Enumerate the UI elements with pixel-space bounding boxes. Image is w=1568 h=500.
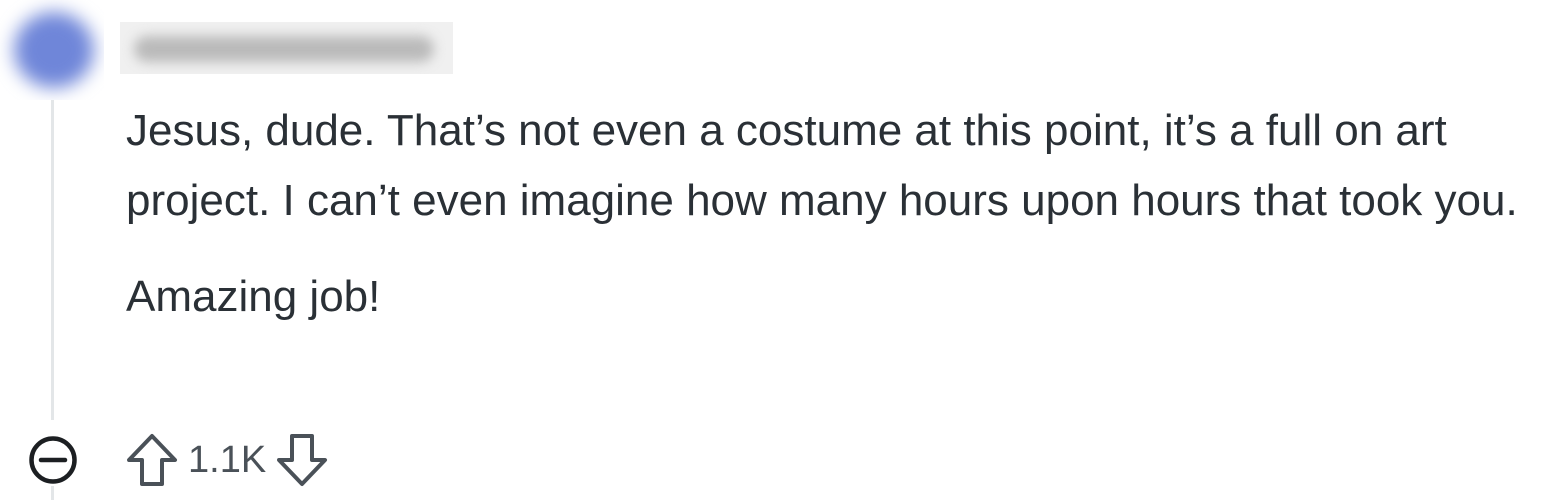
- avatar-image: [14, 12, 94, 88]
- upvote-button[interactable]: [122, 428, 182, 492]
- collapse-button[interactable]: [26, 433, 80, 487]
- arrow-up-icon: [127, 434, 177, 486]
- vote-bar: 1.1K: [122, 428, 332, 492]
- comment-paragraph: Amazing job!: [126, 272, 381, 321]
- comment-paragraph: Jesus, dude. That’s not even a costume a…: [126, 106, 1518, 225]
- avatar[interactable]: [0, 0, 104, 100]
- username-blur: [134, 36, 434, 62]
- thread-line-continuation[interactable]: [51, 486, 54, 500]
- username-redacted: [120, 22, 453, 74]
- downvote-button[interactable]: [272, 428, 332, 492]
- minus-circle-icon: [29, 436, 77, 484]
- thread-line[interactable]: [51, 100, 54, 420]
- comment-body: Jesus, dude. That’s not even a costume a…: [126, 96, 1566, 332]
- arrow-down-icon: [277, 434, 328, 486]
- vote-count: 1.1K: [188, 439, 267, 481]
